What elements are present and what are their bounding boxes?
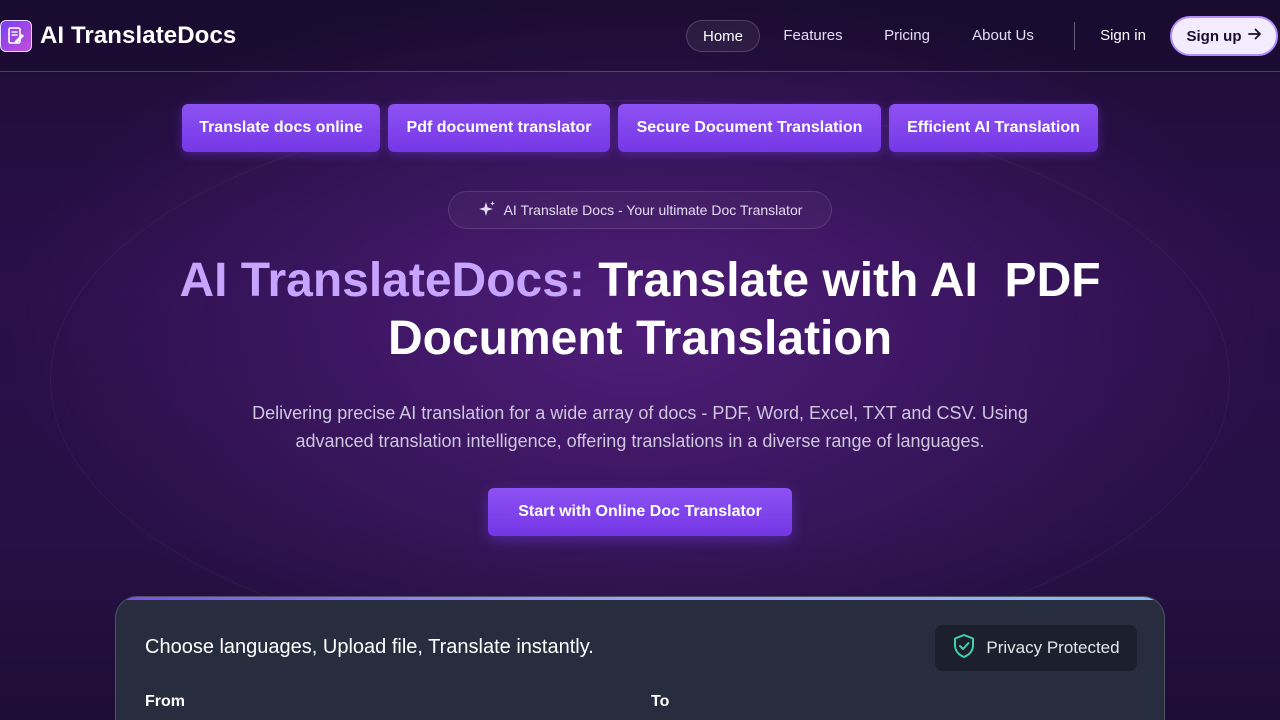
hero-title: AI TranslateDocs: Translate with AI PDF … [140, 252, 1140, 368]
sparkle-icon [478, 200, 496, 221]
nav-divider [1074, 22, 1075, 50]
hero-badge: AI Translate Docs - Your ultimate Doc Tr… [448, 191, 832, 229]
sign-in-link[interactable]: Sign in [1094, 20, 1152, 52]
start-translator-button[interactable]: Start with Online Doc Translator [488, 488, 792, 536]
feature-tags: Translate docs online Pdf document trans… [0, 104, 1280, 152]
tag-translate-docs-online[interactable]: Translate docs online [182, 104, 380, 152]
brand-name: AI TranslateDocs [40, 22, 237, 49]
nav-link-features[interactable]: Features [778, 20, 848, 52]
hero-title-line2: Document Translation [387, 312, 893, 365]
document-edit-icon [0, 20, 32, 52]
tag-efficient-ai-translation[interactable]: Efficient AI Translation [889, 104, 1098, 152]
hero-title-line1: Translate with AI PDF [584, 254, 1101, 307]
nav-link-about-us[interactable]: About Us [964, 20, 1042, 52]
translator-card: Choose languages, Upload file, Translate… [115, 596, 1165, 720]
privacy-text: Privacy Protected [986, 638, 1120, 657]
sign-up-label: Sign up [1186, 27, 1242, 45]
background-ring [50, 100, 1230, 660]
from-label: From [145, 693, 185, 710]
hero-subtitle-line1: Delivering precise AI translation for a … [252, 403, 1028, 423]
badge-text: AI Translate Docs - Your ultimate Doc Tr… [503, 202, 803, 218]
sign-up-button[interactable]: Sign up [1170, 16, 1278, 56]
privacy-badge: Privacy Protected [935, 625, 1137, 671]
arrow-right-icon [1247, 27, 1262, 45]
hero-subtitle-line2: advanced translation intelligence, offer… [295, 431, 985, 451]
tag-secure-document-translation[interactable]: Secure Document Translation [618, 104, 881, 152]
card-accent-line [116, 597, 1164, 600]
top-navigation: AI TranslateDocs Home Features Pricing A… [0, 0, 1280, 72]
card-title: Choose languages, Upload file, Translate… [145, 636, 594, 658]
hero-subtitle: Delivering precise AI translation for a … [200, 399, 1080, 455]
to-label: To [651, 693, 670, 710]
nav-link-pricing[interactable]: Pricing [876, 20, 938, 52]
brand-logo[interactable]: AI TranslateDocs [0, 20, 236, 52]
hero-title-accent: AI TranslateDocs: [179, 254, 585, 307]
shield-check-icon [952, 633, 976, 664]
nav-link-home[interactable]: Home [686, 20, 760, 52]
tag-pdf-document-translator[interactable]: Pdf document translator [388, 104, 610, 152]
